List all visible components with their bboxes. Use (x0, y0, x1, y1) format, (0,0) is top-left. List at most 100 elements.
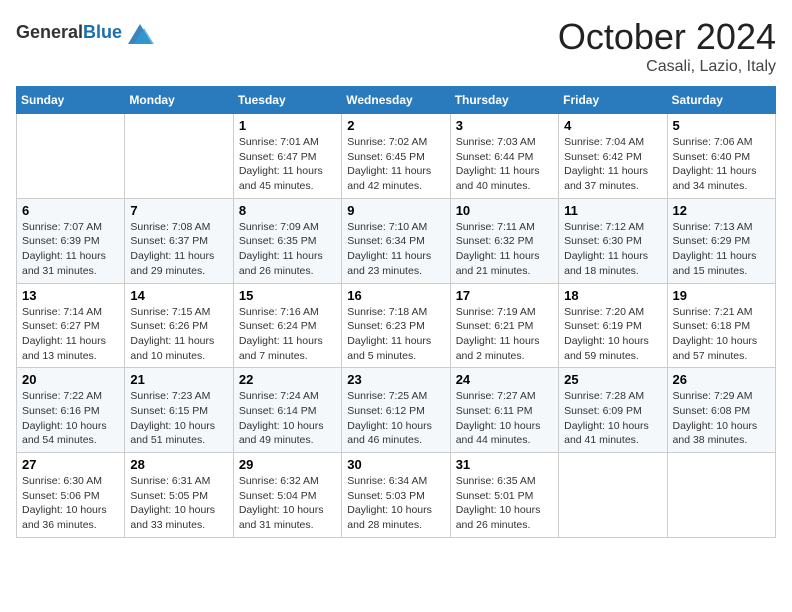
day-number: 5 (673, 118, 770, 133)
logo-icon (124, 16, 156, 48)
calendar-cell: 14 Sunrise: 7:15 AMSunset: 6:26 PMDayligh… (125, 283, 233, 368)
calendar-cell: 6 Sunrise: 7:07 AMSunset: 6:39 PMDaylight… (17, 198, 125, 283)
weekday-header-monday: Monday (125, 87, 233, 114)
day-number: 28 (130, 457, 227, 472)
title-block: October 2024 Casali, Lazio, Italy (558, 16, 776, 76)
day-number: 24 (456, 372, 553, 387)
day-info: Sunrise: 7:04 AMSunset: 6:42 PMDaylight:… (564, 135, 661, 194)
day-info: Sunrise: 7:29 AMSunset: 6:08 PMDaylight:… (673, 389, 770, 448)
day-number: 15 (239, 288, 336, 303)
day-info: Sunrise: 7:19 AMSunset: 6:21 PMDaylight:… (456, 305, 553, 364)
logo: GeneralBlue (16, 16, 156, 48)
day-number: 23 (347, 372, 444, 387)
day-info: Sunrise: 6:34 AMSunset: 5:03 PMDaylight:… (347, 474, 444, 533)
calendar-cell (125, 114, 233, 199)
calendar-cell: 9 Sunrise: 7:10 AMSunset: 6:34 PMDaylight… (342, 198, 450, 283)
day-info: Sunrise: 7:11 AMSunset: 6:32 PMDaylight:… (456, 220, 553, 279)
calendar-cell: 13 Sunrise: 7:14 AMSunset: 6:27 PMDayligh… (17, 283, 125, 368)
day-number: 13 (22, 288, 119, 303)
day-info: Sunrise: 7:02 AMSunset: 6:45 PMDaylight:… (347, 135, 444, 194)
calendar-cell: 11Sunrise: 7:12 AMSunset: 6:30 PMDayligh… (559, 198, 667, 283)
day-info: Sunrise: 7:24 AMSunset: 6:14 PMDaylight:… (239, 389, 336, 448)
day-number: 8 (239, 203, 336, 218)
calendar-cell: 26 Sunrise: 7:29 AMSunset: 6:08 PMDayligh… (667, 368, 775, 453)
calendar-cell: 10 Sunrise: 7:11 AMSunset: 6:32 PMDayligh… (450, 198, 558, 283)
day-info: Sunrise: 7:13 AMSunset: 6:29 PMDaylight:… (673, 220, 770, 279)
day-number: 26 (673, 372, 770, 387)
day-number: 31 (456, 457, 553, 472)
day-number: 22 (239, 372, 336, 387)
day-info: Sunrise: 7:21 AMSunset: 6:18 PMDaylight:… (673, 305, 770, 364)
calendar-cell: 21Sunrise: 7:23 AMSunset: 6:15 PMDayligh… (125, 368, 233, 453)
calendar-week-row: 27Sunrise: 6:30 AMSunset: 5:06 PMDayligh… (17, 453, 776, 538)
weekday-header-tuesday: Tuesday (233, 87, 341, 114)
logo-text-general: General (16, 22, 83, 42)
day-info: Sunrise: 7:03 AMSunset: 6:44 PMDaylight:… (456, 135, 553, 194)
calendar-cell: 12 Sunrise: 7:13 AMSunset: 6:29 PMDayligh… (667, 198, 775, 283)
day-info: Sunrise: 6:32 AMSunset: 5:04 PMDaylight:… (239, 474, 336, 533)
calendar-cell: 19 Sunrise: 7:21 AMSunset: 6:18 PMDayligh… (667, 283, 775, 368)
day-number: 4 (564, 118, 661, 133)
day-number: 25 (564, 372, 661, 387)
calendar-cell: 29 Sunrise: 6:32 AMSunset: 5:04 PMDayligh… (233, 453, 341, 538)
calendar-cell: 31 Sunrise: 6:35 AMSunset: 5:01 PMDayligh… (450, 453, 558, 538)
calendar-table: SundayMondayTuesdayWednesdayThursdayFrid… (16, 86, 776, 538)
day-info: Sunrise: 7:10 AMSunset: 6:34 PMDaylight:… (347, 220, 444, 279)
calendar-cell: 28 Sunrise: 6:31 AMSunset: 5:05 PMDayligh… (125, 453, 233, 538)
day-info: Sunrise: 7:08 AMSunset: 6:37 PMDaylight:… (130, 220, 227, 279)
day-number: 10 (456, 203, 553, 218)
calendar-cell: 20 Sunrise: 7:22 AMSunset: 6:16 PMDayligh… (17, 368, 125, 453)
day-number: 20 (22, 372, 119, 387)
day-info: Sunrise: 6:35 AMSunset: 5:01 PMDaylight:… (456, 474, 553, 533)
calendar-cell: 27Sunrise: 6:30 AMSunset: 5:06 PMDayligh… (17, 453, 125, 538)
calendar-cell: 22 Sunrise: 7:24 AMSunset: 6:14 PMDayligh… (233, 368, 341, 453)
month-title: October 2024 (558, 16, 776, 58)
calendar-cell: 30 Sunrise: 6:34 AMSunset: 5:03 PMDayligh… (342, 453, 450, 538)
weekday-header-wednesday: Wednesday (342, 87, 450, 114)
day-number: 6 (22, 203, 119, 218)
day-info: Sunrise: 7:16 AMSunset: 6:24 PMDaylight:… (239, 305, 336, 364)
calendar-week-row: 6 Sunrise: 7:07 AMSunset: 6:39 PMDaylight… (17, 198, 776, 283)
calendar-cell: 23 Sunrise: 7:25 AMSunset: 6:12 PMDayligh… (342, 368, 450, 453)
day-number: 19 (673, 288, 770, 303)
day-number: 17 (456, 288, 553, 303)
calendar-cell: 3Sunrise: 7:03 AMSunset: 6:44 PMDaylight… (450, 114, 558, 199)
calendar-cell: 8 Sunrise: 7:09 AMSunset: 6:35 PMDaylight… (233, 198, 341, 283)
day-info: Sunrise: 7:18 AMSunset: 6:23 PMDaylight:… (347, 305, 444, 364)
day-number: 9 (347, 203, 444, 218)
logo-text-blue: Blue (83, 22, 122, 42)
day-info: Sunrise: 7:20 AMSunset: 6:19 PMDaylight:… (564, 305, 661, 364)
day-number: 12 (673, 203, 770, 218)
day-info: Sunrise: 7:14 AMSunset: 6:27 PMDaylight:… (22, 305, 119, 364)
day-info: Sunrise: 7:15 AMSunset: 6:26 PMDaylight:… (130, 305, 227, 364)
weekday-header-saturday: Saturday (667, 87, 775, 114)
day-info: Sunrise: 7:01 AMSunset: 6:47 PMDaylight:… (239, 135, 336, 194)
day-info: Sunrise: 7:22 AMSunset: 6:16 PMDaylight:… (22, 389, 119, 448)
calendar-cell: 2 Sunrise: 7:02 AMSunset: 6:45 PMDaylight… (342, 114, 450, 199)
calendar-header-row: SundayMondayTuesdayWednesdayThursdayFrid… (17, 87, 776, 114)
day-info: Sunrise: 6:31 AMSunset: 5:05 PMDaylight:… (130, 474, 227, 533)
calendar-cell: 15 Sunrise: 7:16 AMSunset: 6:24 PMDayligh… (233, 283, 341, 368)
day-number: 11 (564, 203, 661, 218)
day-info: Sunrise: 7:07 AMSunset: 6:39 PMDaylight:… (22, 220, 119, 279)
day-number: 30 (347, 457, 444, 472)
calendar-cell (17, 114, 125, 199)
day-number: 1 (239, 118, 336, 133)
location: Casali, Lazio, Italy (558, 58, 776, 76)
day-number: 14 (130, 288, 227, 303)
day-number: 16 (347, 288, 444, 303)
day-info: Sunrise: 7:06 AMSunset: 6:40 PMDaylight:… (673, 135, 770, 194)
day-number: 27 (22, 457, 119, 472)
calendar-cell (559, 453, 667, 538)
page-header: GeneralBlue October 2024 Casali, Lazio, … (16, 16, 776, 76)
calendar-cell: 17 Sunrise: 7:19 AMSunset: 6:21 PMDayligh… (450, 283, 558, 368)
weekday-header-thursday: Thursday (450, 87, 558, 114)
day-number: 2 (347, 118, 444, 133)
calendar-week-row: 13 Sunrise: 7:14 AMSunset: 6:27 PMDayligh… (17, 283, 776, 368)
day-number: 29 (239, 457, 336, 472)
day-info: Sunrise: 7:25 AMSunset: 6:12 PMDaylight:… (347, 389, 444, 448)
day-info: Sunrise: 7:09 AMSunset: 6:35 PMDaylight:… (239, 220, 336, 279)
calendar-cell: 5 Sunrise: 7:06 AMSunset: 6:40 PMDaylight… (667, 114, 775, 199)
calendar-cell: 4 Sunrise: 7:04 AMSunset: 6:42 PMDaylight… (559, 114, 667, 199)
weekday-header-sunday: Sunday (17, 87, 125, 114)
